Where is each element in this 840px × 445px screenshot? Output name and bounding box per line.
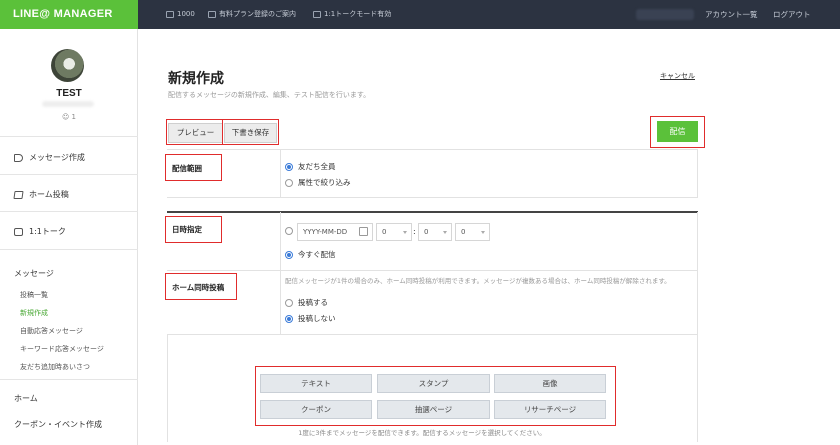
footer-note: 1度に3件までメッセージを配信できます。配信するメッセージを選択してください。: [298, 429, 546, 437]
time-separator: :: [413, 227, 416, 236]
third-value: 0: [461, 228, 466, 236]
sidebar-item-message-create[interactable]: メッセージ作成: [14, 152, 85, 163]
form-border: [697, 150, 698, 197]
sidebar-divider: [0, 211, 138, 212]
message-count: 1000: [166, 0, 195, 29]
preview-button[interactable]: プレビュー: [168, 123, 223, 143]
edit-icon: [13, 190, 24, 199]
content-type-stamp-button[interactable]: スタンプ: [377, 374, 490, 393]
hour-value: 0: [382, 228, 387, 236]
form-column-divider: [280, 150, 281, 197]
calendar-icon[interactable]: [359, 227, 368, 236]
sidebar-sub-post-list[interactable]: 投稿一覧: [20, 290, 48, 300]
chevron-down-icon: [481, 231, 485, 234]
sidebar-item-label: ホーム投稿: [29, 190, 69, 199]
avatar[interactable]: [51, 49, 84, 82]
logout-link[interactable]: ログアウト: [773, 0, 811, 29]
content-type-lottery-button[interactable]: 抽選ページ: [377, 400, 490, 419]
form-divider-strong: [167, 211, 698, 213]
form-divider: [167, 197, 698, 198]
radio-button[interactable]: [285, 178, 293, 187]
form-border: [697, 212, 698, 442]
talk-mode-text: 1:1トークモード有効: [324, 10, 392, 18]
sidebar-sub-greeting[interactable]: 友だち追加時あいさつ: [20, 362, 90, 372]
sidebar: TEST ☺ 1 メッセージ作成 ホーム投稿 1:1トーク メッセージ 投稿一覧…: [0, 29, 138, 445]
chat-icon: [14, 227, 23, 236]
account-username: TEST: [56, 88, 82, 99]
delivery-range-label: 配信範囲: [172, 164, 202, 173]
form-column-divider: [280, 212, 281, 334]
top-bar: LINE@ MANAGER 1000 有料プラン登録のご案内 1:1トークモード…: [0, 0, 840, 29]
speaker-icon: [14, 153, 23, 162]
content-type-coupon-button[interactable]: クーポン: [260, 400, 372, 419]
account-list-link[interactable]: アカウント一覧: [705, 0, 758, 29]
form-divider: [167, 270, 698, 271]
document-icon: [208, 11, 216, 18]
radio-button[interactable]: [285, 298, 293, 307]
radio-label: 投稿する: [298, 298, 328, 307]
chat-icon: [313, 11, 321, 18]
form-divider: [167, 149, 698, 150]
radio-label: 友だち全員: [298, 162, 336, 171]
content-type-image-button[interactable]: 画像: [494, 374, 606, 393]
home-post-note: 配信メッセージが1件の場合のみ、ホーム同時投稿が利用できます。メッセージが複数あ…: [285, 277, 671, 285]
minute-select[interactable]: 0: [418, 223, 452, 241]
speaker-icon: [166, 11, 174, 18]
plan-notice-text: 有料プラン登録のご案内: [219, 10, 296, 18]
radio-post[interactable]: 投稿する: [285, 297, 328, 308]
sidebar-item-talk[interactable]: 1:1トーク: [14, 226, 66, 237]
radio-send-now[interactable]: 今すぐ配信: [285, 249, 336, 260]
radio-button[interactable]: [285, 314, 293, 323]
radio-button[interactable]: [285, 250, 293, 259]
sidebar-divider: [0, 136, 138, 137]
talk-mode-status[interactable]: 1:1トークモード有効: [313, 0, 391, 29]
sidebar-divider: [0, 249, 138, 250]
radio-all-friends[interactable]: 友だち全員: [285, 161, 336, 172]
person-icon: ☺: [61, 113, 70, 121]
radio-scheduled[interactable]: [285, 227, 293, 235]
sidebar-divider: [0, 174, 138, 175]
plan-notice-link[interactable]: 有料プラン登録のご案内: [208, 0, 296, 29]
radio-filter-attributes[interactable]: 属性で絞り込み: [285, 177, 351, 188]
radio-label: 属性で絞り込み: [298, 178, 351, 187]
content-type-research-button[interactable]: リサーチページ: [494, 400, 606, 419]
form-border: [167, 334, 168, 442]
follower-count: ☺ 1: [0, 113, 138, 121]
content-type-text-button[interactable]: テキスト: [260, 374, 372, 393]
hour-select[interactable]: 0: [376, 223, 412, 241]
sidebar-item-label: メッセージ作成: [29, 153, 85, 162]
cancel-link[interactable]: キャンセル: [660, 71, 695, 81]
form-divider: [167, 334, 698, 335]
radio-button[interactable]: [285, 162, 293, 171]
sidebar-item-home-post[interactable]: ホーム投稿: [13, 189, 69, 200]
account-name-blurred: [636, 9, 694, 20]
send-button[interactable]: 配信: [657, 121, 698, 142]
sidebar-sub-new[interactable]: 新規作成: [20, 308, 48, 318]
sidebar-divider: [0, 379, 138, 380]
sidebar-section-message[interactable]: メッセージ: [14, 268, 54, 279]
radio-label: 投稿しない: [298, 314, 336, 323]
schedule-label: 日時指定: [172, 225, 202, 234]
minute-value: 0: [424, 228, 429, 236]
home-post-label: ホーム同時投稿: [172, 283, 225, 292]
radio-label: 今すぐ配信: [298, 250, 336, 259]
radio-button[interactable]: [285, 227, 293, 235]
chevron-down-icon: [443, 231, 447, 234]
sidebar-sub-keyword-reply[interactable]: キーワード応答メッセージ: [20, 344, 104, 354]
sidebar-section-home[interactable]: ホーム: [14, 393, 38, 404]
message-count-value: 1000: [177, 10, 195, 18]
third-select[interactable]: 0: [455, 223, 490, 241]
date-placeholder: YYYY-MM-DD: [303, 228, 348, 236]
app-logo[interactable]: LINE@ MANAGER: [0, 0, 138, 29]
chevron-down-icon: [403, 231, 407, 234]
sidebar-item-label: 1:1トーク: [29, 227, 66, 236]
page-title: 新規作成: [168, 71, 224, 87]
radio-no-post[interactable]: 投稿しない: [285, 313, 336, 324]
sidebar-sub-auto-reply[interactable]: 自動応答メッセージ: [20, 326, 83, 336]
save-draft-button[interactable]: 下書き保存: [224, 123, 277, 143]
follower-count-value: 1: [71, 113, 76, 121]
account-id-blurred: [42, 101, 94, 107]
page-description: 配信するメッセージの新規作成、編集、テスト配信を行います。: [168, 91, 371, 99]
